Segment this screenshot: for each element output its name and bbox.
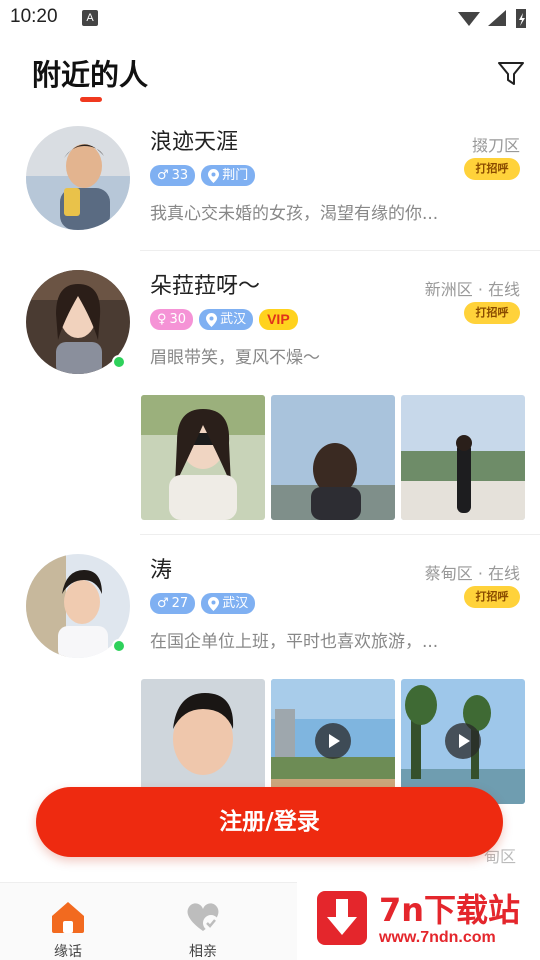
register-login-button[interactable]: 注册/登录	[36, 787, 503, 857]
user-name: 涛	[150, 558, 173, 583]
user-location: 新洲区 · 在线	[424, 280, 520, 299]
status-icons	[458, 9, 526, 28]
user-bio: 在国企单位上班，平时也喜欢旅游，...	[150, 632, 439, 652]
filter-icon[interactable]	[496, 58, 526, 88]
watermark: 7n下载站 www.7ndn.com	[297, 877, 540, 960]
wifi-icon	[458, 12, 480, 26]
nav-label: 缘话	[54, 944, 82, 960]
greet-button[interactable]: 打招呼	[464, 302, 520, 324]
gender-age-tag: ♀ 30	[150, 309, 194, 330]
battery-icon	[516, 9, 526, 28]
list-item[interactable]: 浪迹天涯 掇刀区 打招呼 ♂ 33 荆门 我真心交未婚的女孩，渴望有缘的你...	[0, 118, 540, 253]
gender-age-tag: ♂ 33	[150, 165, 196, 186]
home-icon	[52, 902, 84, 933]
tag-row: ♀ 30 武汉 VIP	[150, 309, 298, 331]
signal-icon	[488, 10, 506, 26]
greet-button[interactable]: 打招呼	[464, 158, 520, 180]
notification-icon: A	[82, 10, 98, 26]
city-tag: 荆门	[201, 165, 256, 186]
city-value: 武汉	[222, 596, 249, 611]
location-pin-icon	[208, 168, 220, 183]
play-icon[interactable]	[315, 723, 351, 759]
age-value: 27	[171, 596, 189, 611]
location-pin-icon	[208, 596, 220, 611]
user-bio: 眉眼带笑，夏风不燥～	[150, 348, 320, 368]
location-pin-icon	[206, 312, 218, 327]
user-location: 蔡甸区 · 在线	[424, 564, 520, 583]
age-value: 30	[169, 312, 187, 327]
title-underline	[80, 97, 102, 102]
divider	[140, 534, 540, 535]
male-icon: ♂	[157, 168, 169, 183]
divider	[140, 250, 540, 251]
age-value: 33	[171, 168, 189, 183]
tag-row: ♂ 33 荆门	[150, 165, 256, 187]
city-value: 武汉	[220, 312, 247, 327]
list-item[interactable]: 朵菈菈呀～ 新洲区 · 在线 打招呼 ♀ 30 武汉 VIP 眉眼带笑，夏风不燥…	[0, 262, 540, 535]
download-icon	[317, 891, 367, 945]
female-icon: ♀	[157, 312, 167, 327]
user-location: 掇刀区	[471, 136, 520, 155]
heart-icon	[187, 903, 219, 931]
user-name: 浪迹天涯	[150, 130, 239, 155]
play-icon[interactable]	[445, 723, 481, 759]
online-indicator	[112, 355, 126, 369]
video-thumbnail[interactable]	[401, 679, 525, 804]
watermark-title: 7n下载站	[379, 891, 521, 929]
user-bio: 我真心交未婚的女孩，渴望有缘的你...	[150, 204, 439, 224]
city-tag: 武汉	[201, 593, 256, 614]
greet-button[interactable]: 打招呼	[464, 586, 520, 608]
tag-row: ♂ 27 武汉	[150, 593, 256, 615]
vip-badge: VIP	[259, 309, 298, 330]
photo-thumbnail[interactable]	[401, 395, 525, 520]
gender-age-tag: ♂ 27	[150, 593, 196, 614]
photo-thumbnail[interactable]	[141, 679, 265, 804]
page-title: 附近的人	[32, 58, 149, 92]
watermark-url: www.7ndn.com	[379, 929, 496, 946]
photo-thumbnail[interactable]	[141, 395, 265, 520]
avatar[interactable]	[26, 126, 130, 230]
nav-item-home[interactable]: 缘话	[33, 891, 103, 960]
nav-label: 相亲	[189, 944, 217, 960]
status-bar: 10:20 A	[0, 0, 540, 36]
nav-item-matchmaking[interactable]: 相亲	[168, 891, 238, 960]
status-time: 10:20	[10, 6, 58, 27]
male-icon: ♂	[157, 596, 169, 611]
city-value: 荆门	[222, 168, 249, 183]
city-tag: 武汉	[199, 309, 254, 330]
user-name: 朵菈菈呀～	[150, 274, 261, 299]
video-thumbnail[interactable]	[271, 679, 395, 804]
list-item[interactable]: 涛 蔡甸区 · 在线 打招呼 ♂ 27 武汉 在国企单位上班，平时也喜欢旅游，.…	[0, 546, 540, 804]
photo-thumbnail[interactable]	[271, 395, 395, 520]
online-indicator	[112, 639, 126, 653]
